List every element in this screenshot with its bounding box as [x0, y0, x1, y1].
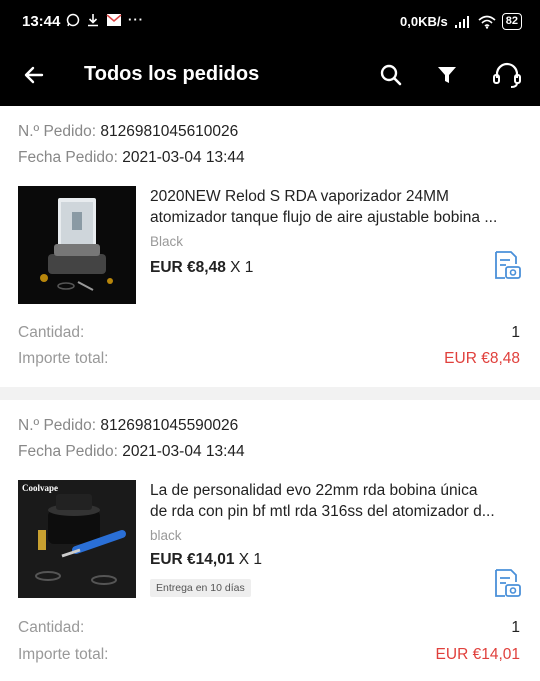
- product-price: EUR €8,48: [150, 259, 226, 276]
- order-number-value: 8126981045590026: [100, 417, 239, 434]
- status-time: 13:44: [22, 13, 61, 30]
- order-date-row: Fecha Pedido: 2021-03-04 13:44: [18, 443, 245, 461]
- order-number-label: N.º Pedido:: [18, 123, 97, 140]
- gmail-icon: [106, 13, 122, 26]
- download-icon: [88, 13, 98, 26]
- order-date-row: Fecha Pedido: 2021-03-04 13:44: [18, 149, 245, 167]
- product-image[interactable]: [18, 186, 136, 304]
- product-name-line: 2020NEW Relod S RDA vaporizador 24MM: [150, 188, 449, 205]
- signal-icon: [454, 15, 469, 28]
- quantity-row: Cantidad: 1: [18, 324, 520, 342]
- more-notifications-icon: ···: [128, 12, 144, 27]
- page-title: Todos los pedidos: [84, 63, 260, 85]
- wifi-icon: [478, 15, 496, 29]
- order-date-value: 2021-03-04 13:44: [122, 443, 245, 460]
- brand-logo: Coolvape: [22, 483, 58, 493]
- order-number-value: 8126981045610026: [100, 123, 239, 140]
- status-bar: 13:44 ··· 0,0KB/s 82: [0, 0, 540, 44]
- whatsapp-icon: [66, 13, 80, 26]
- filter-icon[interactable]: [434, 62, 460, 88]
- product-price-row: EUR €14,01 X 1: [150, 551, 262, 569]
- status-notification-icons: ···: [66, 12, 144, 27]
- product-qty-suffix: X 1: [230, 259, 254, 276]
- total-label: Importe total:: [18, 646, 109, 663]
- review-photo-icon[interactable]: [493, 250, 521, 280]
- order-date-value: 2021-03-04 13:44: [122, 149, 245, 166]
- product-name-line: atomizador tanque flujo de aire ajustabl…: [150, 209, 498, 226]
- total-row: Importe total: EUR €8,48: [18, 350, 520, 368]
- product-variant: black: [150, 528, 182, 543]
- quantity-value: 1: [511, 619, 520, 636]
- total-row: Importe total: EUR €14,01: [18, 646, 520, 664]
- product-name-line: La de personalidad evo 22mm rda bobina ú…: [150, 482, 478, 499]
- app-bar: Todos los pedidos: [0, 44, 540, 106]
- battery-icon: 82: [501, 13, 522, 30]
- total-value: EUR €8,48: [444, 350, 520, 367]
- order-number-label: N.º Pedido:: [18, 417, 97, 434]
- product-name-line: de rda con pin bf mtl rda 316ss del atom…: [150, 503, 495, 520]
- network-speed: 0,0KB/s: [400, 14, 448, 29]
- order-date-label: Fecha Pedido:: [18, 443, 118, 460]
- quantity-row: Cantidad: 1: [18, 619, 520, 637]
- review-photo-icon[interactable]: [493, 568, 521, 598]
- product-price: EUR €14,01: [150, 551, 235, 568]
- quantity-label: Cantidad:: [18, 324, 85, 341]
- product-image[interactable]: Coolvape: [18, 480, 136, 598]
- order-card[interactable]: N.º Pedido: 8126981045610026 Fecha Pedid…: [0, 106, 540, 387]
- product-price-row: EUR €8,48 X 1: [150, 259, 253, 277]
- quantity-value: 1: [511, 324, 520, 341]
- product-variant: Black: [150, 234, 184, 249]
- search-icon[interactable]: [378, 62, 404, 88]
- order-number-row: N.º Pedido: 8126981045590026: [18, 417, 238, 435]
- headset-icon[interactable]: [492, 62, 522, 88]
- back-arrow-icon[interactable]: [22, 63, 46, 87]
- product-name[interactable]: 2020NEW Relod S RDA vaporizador 24MM ato…: [150, 186, 520, 228]
- order-number-row: N.º Pedido: 8126981045610026: [18, 123, 238, 141]
- status-right: 0,0KB/s 82: [400, 13, 522, 30]
- product-name[interactable]: La de personalidad evo 22mm rda bobina ú…: [150, 480, 520, 522]
- delivery-tag: Entrega en 10 días: [150, 579, 251, 597]
- total-label: Importe total:: [18, 350, 109, 367]
- order-date-label: Fecha Pedido:: [18, 149, 118, 166]
- total-value: EUR €14,01: [435, 646, 520, 663]
- quantity-label: Cantidad:: [18, 619, 85, 636]
- order-card[interactable]: N.º Pedido: 8126981045590026 Fecha Pedid…: [0, 400, 540, 681]
- product-qty-suffix: X 1: [238, 551, 263, 568]
